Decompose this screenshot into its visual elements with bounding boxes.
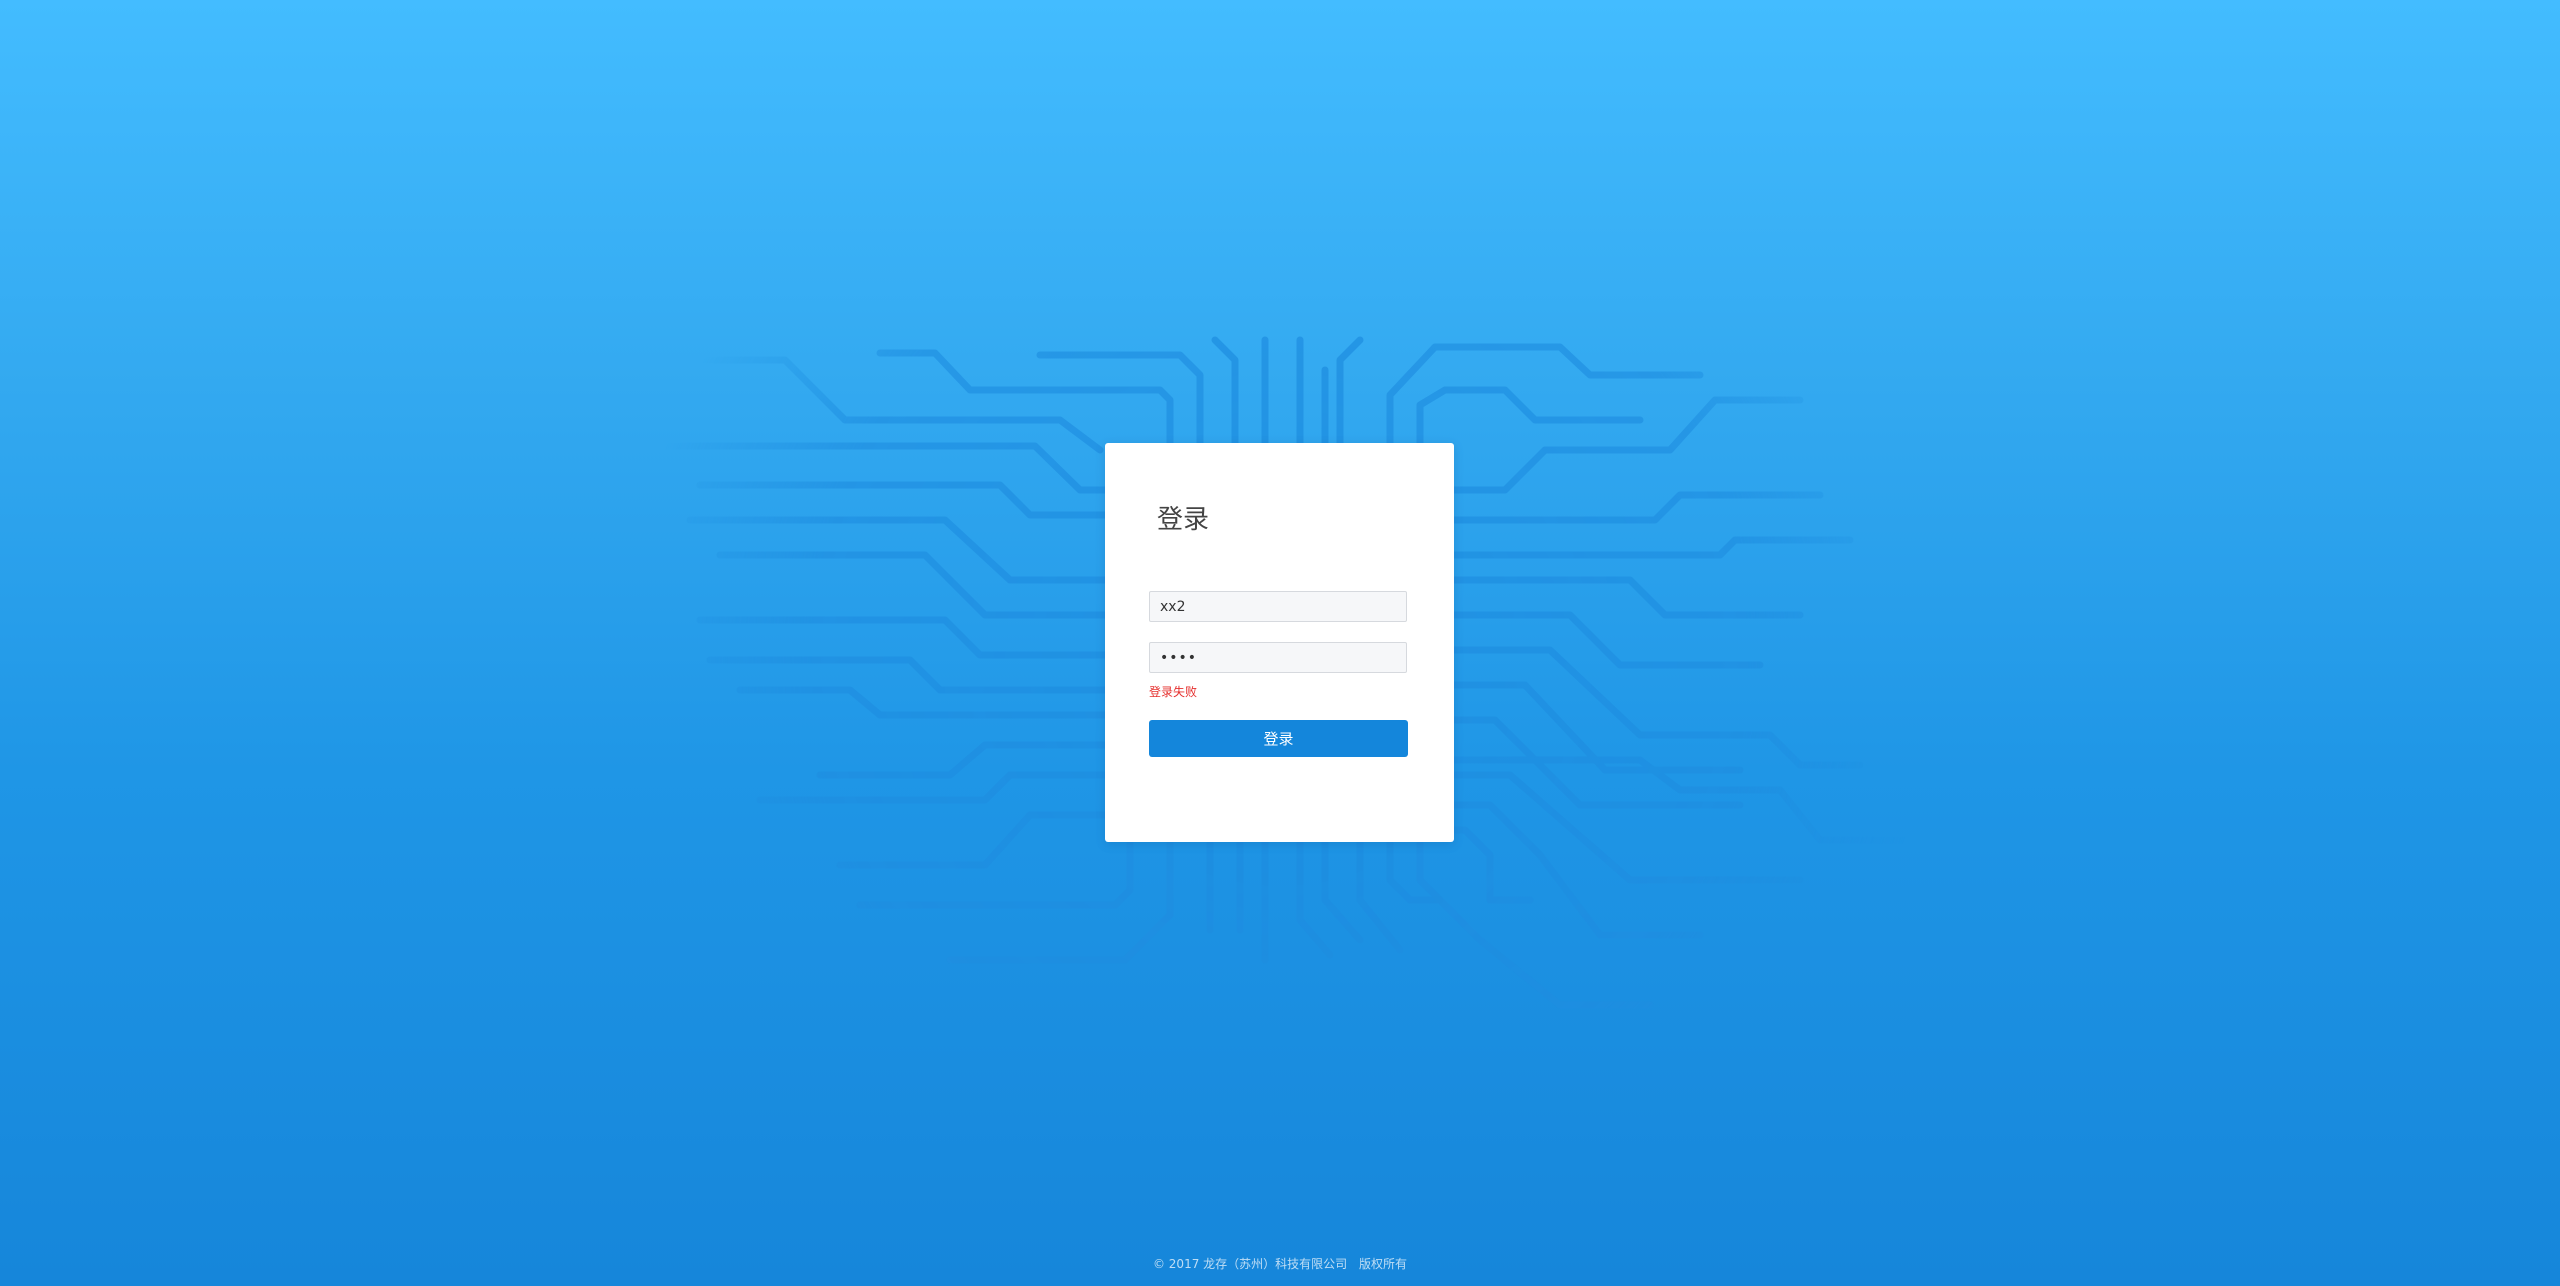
footer: © 2017 龙存（苏州）科技有限公司 版权所有 [0,1256,2560,1272]
login-card: 登录 登录失败 登录 [1105,443,1454,842]
footer-copyright: © 2017 龙存（苏州）科技有限公司 [1152,1257,1348,1271]
login-error-message: 登录失败 [1149,685,1198,699]
password-input[interactable] [1149,642,1407,673]
login-title: 登录 [1157,505,1210,535]
login-button[interactable]: 登录 [1149,720,1408,757]
username-input[interactable] [1149,591,1407,622]
footer-rights: 版权所有 [1358,1257,1407,1271]
